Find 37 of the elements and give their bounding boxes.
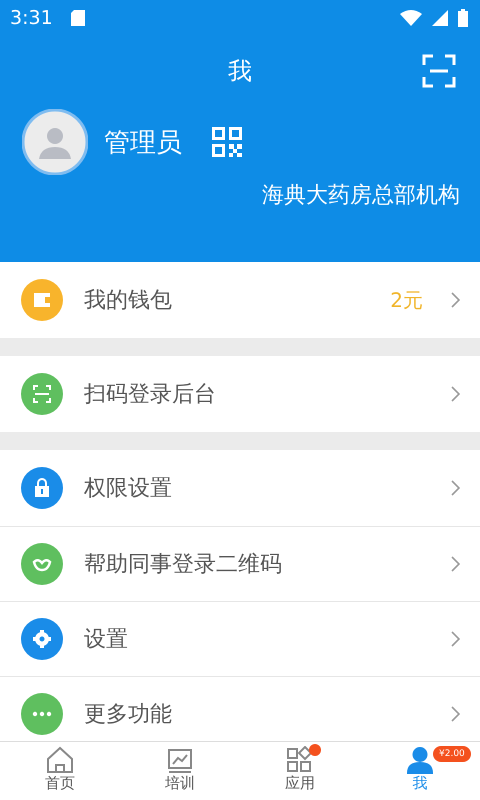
chart-board-icon xyxy=(165,746,195,774)
status-time: 3:31 xyxy=(10,7,53,29)
menu-label: 更多功能 xyxy=(84,701,173,729)
user-name: 管理员 xyxy=(104,126,182,160)
person-icon xyxy=(405,746,435,774)
chevron-icon xyxy=(451,386,460,402)
nav-tab[interactable]: 首页 xyxy=(0,742,120,800)
chevron-icon xyxy=(451,292,460,308)
nav-tab[interactable]: 应用 xyxy=(240,742,360,800)
menu-item[interactable]: 我的钱包 2元 xyxy=(0,262,480,338)
page-title: 我 xyxy=(228,56,252,87)
menu-item[interactable]: 扫码登录后台 xyxy=(0,356,480,432)
chevron-icon xyxy=(451,480,460,496)
chevron-icon xyxy=(451,631,460,647)
chevron-icon xyxy=(451,556,460,572)
battery-icon xyxy=(458,9,468,27)
balance-badge: ¥2.00 xyxy=(433,746,471,762)
house-icon xyxy=(45,746,75,774)
sd-card-icon xyxy=(70,10,85,26)
menu-item[interactable]: 权限设置 xyxy=(0,450,480,526)
organization-name: 海典大药房总部机构 xyxy=(262,182,460,210)
menu-item[interactable]: 设置 xyxy=(0,601,480,676)
menu-label: 扫码登录后台 xyxy=(84,381,217,409)
signal-icon xyxy=(432,10,448,26)
chevron-icon xyxy=(451,706,460,722)
menu-label: 帮助同事登录二维码 xyxy=(84,551,283,579)
qr-code-icon[interactable] xyxy=(212,127,242,157)
nav-tab[interactable]: 培训 xyxy=(120,742,240,800)
wallet-balance: 2元 xyxy=(390,286,423,314)
menu-label: 权限设置 xyxy=(84,475,173,503)
menu-label: 我的钱包 xyxy=(84,287,173,315)
scan-icon[interactable] xyxy=(422,54,456,88)
avatar[interactable] xyxy=(22,109,88,175)
wifi-icon xyxy=(400,10,422,26)
nav-tab[interactable]: ¥2.00 我 xyxy=(360,742,480,800)
menu-item[interactable]: 帮助同事登录二维码 xyxy=(0,526,480,601)
menu-label: 设置 xyxy=(84,626,129,654)
